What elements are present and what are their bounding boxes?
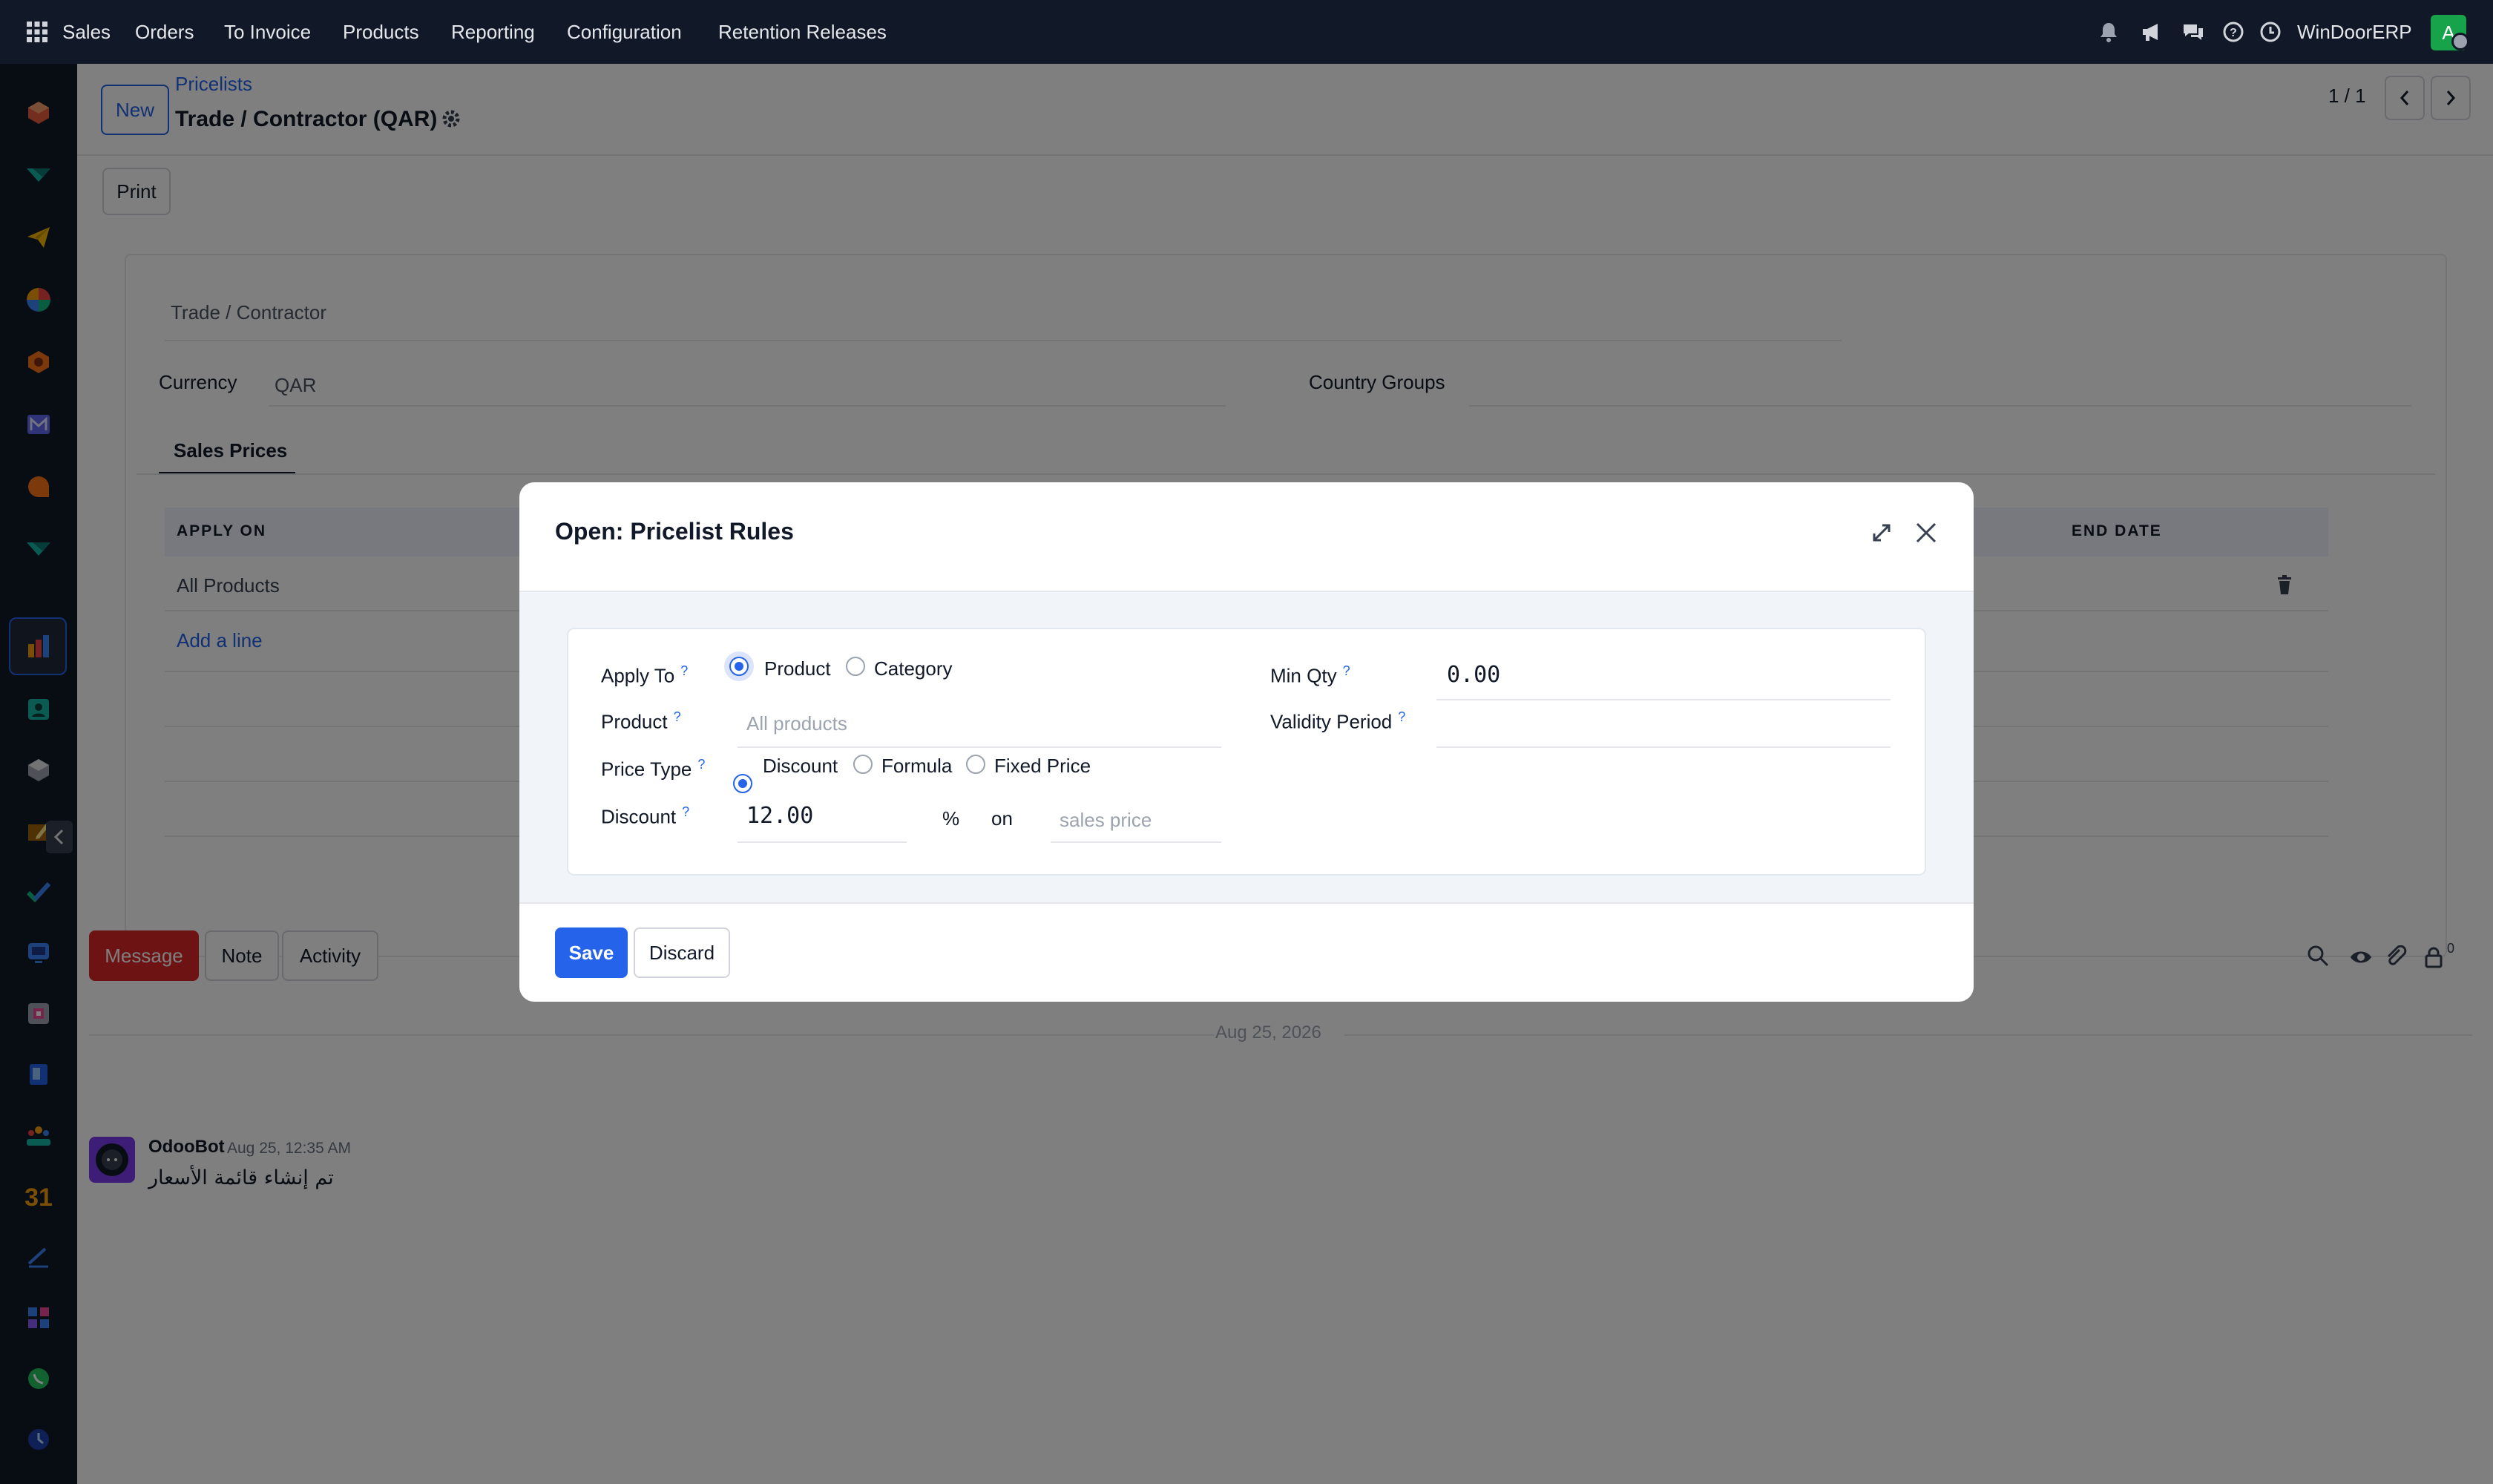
menu-orders[interactable]: Orders	[135, 0, 194, 64]
chat-icon[interactable]	[2181, 20, 2205, 44]
company-name[interactable]: WinDoorERP	[2297, 0, 2412, 64]
apply-to-product-label[interactable]: Product	[764, 657, 831, 680]
product-field-underline	[738, 746, 1221, 748]
expand-icon[interactable]	[1871, 522, 1892, 543]
clock-icon[interactable]	[2259, 20, 2282, 44]
close-icon[interactable]	[1914, 521, 1938, 545]
base-price-field[interactable]: sales price	[1060, 809, 1152, 832]
megaphone-icon[interactable]	[2140, 20, 2164, 44]
price-type-formula-radio[interactable]	[853, 755, 873, 774]
validity-period-label: Validity Period?	[1270, 709, 1405, 734]
bell-icon[interactable]	[2097, 20, 2121, 44]
percent-symbol: %	[942, 807, 960, 830]
apply-to-label-text: Apply To	[601, 664, 675, 687]
product-label: Product?	[601, 709, 681, 734]
min-qty-underline	[1436, 699, 1891, 700]
apply-to-product-radio[interactable]	[729, 657, 749, 676]
product-field[interactable]: All products	[746, 712, 847, 735]
base-price-underline	[1051, 841, 1221, 843]
price-type-fixed-price-label[interactable]: Fixed Price	[994, 755, 1091, 778]
price-type-formula-label[interactable]: Formula	[881, 755, 952, 778]
menu-sales[interactable]: Sales	[62, 0, 111, 64]
menu-configuration[interactable]: Configuration	[567, 0, 682, 64]
app-grid-icon[interactable]	[25, 20, 49, 44]
apply-to-category-radio[interactable]	[846, 657, 865, 676]
price-type-fixed-price-radio[interactable]	[966, 755, 985, 774]
top-navbar: Sales Orders To Invoice Products Reporti…	[0, 0, 2493, 64]
menu-products[interactable]: Products	[343, 0, 419, 64]
on-text: on	[991, 807, 1013, 830]
price-type-discount-radio[interactable]	[733, 774, 752, 793]
menu-reporting[interactable]: Reporting	[451, 0, 535, 64]
help-icon[interactable]: ?	[697, 757, 705, 772]
price-type-label: Price Type?	[601, 757, 705, 781]
svg-text:?: ?	[2230, 27, 2237, 39]
discount-label-text: Discount	[601, 805, 677, 828]
help-icon[interactable]: ?	[2221, 20, 2245, 44]
pricelist-rule-dialog: Open: Pricelist Rules Apply To? Product …	[519, 482, 1974, 1002]
min-qty-label: Min Qty?	[1270, 663, 1350, 688]
help-icon[interactable]: ?	[680, 663, 688, 678]
help-icon[interactable]: ?	[1398, 709, 1405, 724]
user-status-dot	[2451, 33, 2469, 50]
min-qty-input[interactable]: 0.00	[1447, 662, 1500, 688]
price-type-label-text: Price Type	[601, 758, 692, 781]
product-label-text: Product	[601, 710, 668, 733]
menu-to-invoice[interactable]: To Invoice	[224, 0, 311, 64]
price-type-discount-label[interactable]: Discount	[763, 755, 838, 778]
dialog-footer-divider	[519, 902, 1974, 904]
min-qty-label-text: Min Qty	[1270, 664, 1337, 687]
discount-label: Discount?	[601, 804, 689, 829]
apply-to-label: Apply To?	[601, 663, 688, 688]
help-icon[interactable]: ?	[682, 804, 689, 819]
discount-input[interactable]: 12.00	[746, 803, 813, 829]
dialog-title: Open: Pricelist Rules	[555, 518, 794, 545]
help-icon[interactable]: ?	[1343, 663, 1350, 678]
validity-period-field[interactable]	[1436, 746, 1891, 748]
discard-button[interactable]: Discard	[634, 928, 730, 978]
apply-to-category-label[interactable]: Category	[874, 657, 953, 680]
discount-underline	[738, 841, 907, 843]
validity-period-label-text: Validity Period	[1270, 710, 1393, 733]
menu-retention-releases[interactable]: Retention Releases	[718, 0, 887, 64]
save-button[interactable]: Save	[555, 928, 628, 978]
help-icon[interactable]: ?	[674, 709, 681, 724]
